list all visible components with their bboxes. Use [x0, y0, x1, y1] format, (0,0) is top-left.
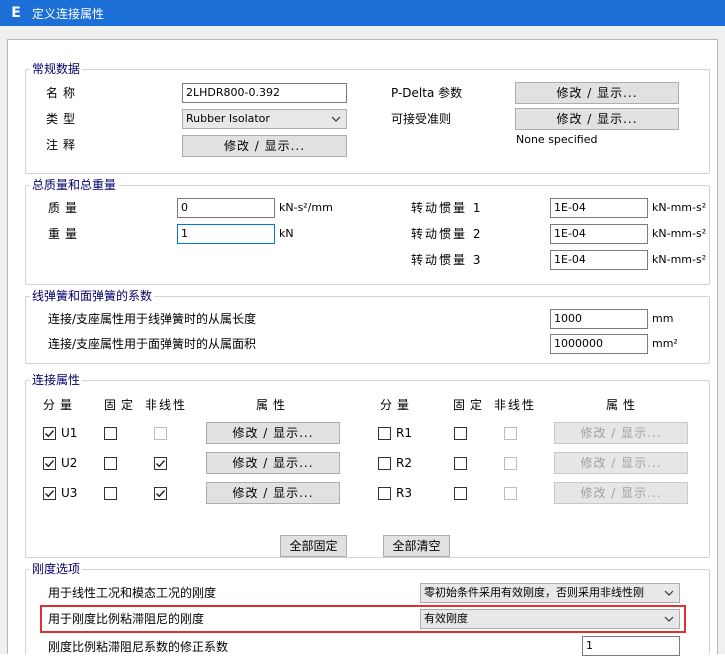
component-u3-checkbox[interactable]: [43, 487, 56, 500]
line-spring-input[interactable]: 1000: [550, 309, 648, 329]
nonlinear-u2-checkbox[interactable]: [154, 457, 167, 470]
fixed-r2-checkbox[interactable]: [454, 457, 467, 470]
inertia2-label: 转动惯量 2: [411, 227, 483, 241]
inertia3-unit: kN-mm-s²: [652, 253, 707, 266]
damping-coef-input[interactable]: 1: [582, 636, 680, 656]
group-dof: 连接属性 分量 固定 非线性 属性 分量 固定 非线性 属性 U1 修改 / 显示…: [25, 372, 710, 558]
line-spring-unit: mm: [652, 312, 674, 325]
props-u1-button[interactable]: 修改 / 显示...: [206, 422, 340, 444]
fix-all-button[interactable]: 全部固定: [280, 535, 347, 557]
header-component-right: 分量: [380, 398, 415, 412]
group-springs-legend: 线弹簧和面弹簧的系数: [30, 288, 155, 304]
title-bar: E 定义连接属性: [0, 0, 725, 26]
damping-coef-label: 刚度比例粘滞阻尼系数的修正系数: [48, 640, 229, 654]
inertia2-unit: kN-mm-s²: [652, 227, 707, 240]
dialog-body: 常规数据 名称 2LHDR800-0.392 类型 Rubber Isolato…: [0, 26, 725, 656]
props-u2-button[interactable]: 修改 / 显示...: [206, 452, 340, 474]
component-u3-label: U3: [61, 486, 78, 500]
inertia3-input[interactable]: 1E-04: [550, 250, 648, 270]
header-fixed-right: 固定: [453, 398, 488, 412]
fixed-u3-checkbox[interactable]: [104, 487, 117, 500]
weight-unit: kN: [279, 227, 294, 240]
clear-all-button[interactable]: 全部清空: [383, 535, 450, 557]
fixed-r1-checkbox[interactable]: [454, 427, 467, 440]
weight-input[interactable]: 1: [177, 224, 275, 244]
chevron-down-icon: [329, 110, 343, 128]
group-general: 常规数据 名称 2LHDR800-0.392 类型 Rubber Isolato…: [25, 61, 710, 174]
mass-input[interactable]: 0: [177, 198, 275, 218]
name-label: 名称: [46, 86, 81, 100]
pdelta-label: P-Delta 参数: [391, 86, 463, 100]
app-logo-icon: E: [11, 5, 21, 21]
linear-stiffness-value: 零初始条件采用有效刚度，否则采用非线性刚: [424, 586, 644, 599]
window-title: 定义连接属性: [32, 6, 105, 21]
component-r1-checkbox[interactable]: [378, 427, 391, 440]
type-select[interactable]: Rubber Isolator: [182, 109, 347, 129]
group-mass: 总质量和总重量 质量 0 kN-s²/mm 重量 1 kN 转动惯量 1 1E-…: [25, 177, 710, 285]
group-springs: 线弹簧和面弹簧的系数 连接/支座属性用于线弹簧时的从属长度 1000 mm 连接…: [25, 288, 710, 364]
type-label: 类型: [46, 112, 81, 126]
nonlinear-r3-checkbox: [504, 487, 517, 500]
line-spring-label: 连接/支座属性用于线弹簧时的从属长度: [48, 312, 257, 326]
accept-edit-button[interactable]: 修改 / 显示...: [515, 108, 679, 130]
props-r1-button: 修改 / 显示...: [554, 422, 688, 444]
pdelta-edit-button[interactable]: 修改 / 显示...: [515, 82, 679, 104]
component-u2-checkbox[interactable]: [43, 457, 56, 470]
weight-label: 重量: [48, 227, 83, 241]
fixed-u1-checkbox[interactable]: [104, 427, 117, 440]
props-r3-button: 修改 / 显示...: [554, 482, 688, 504]
group-general-legend: 常规数据: [30, 61, 83, 77]
accept-label: 可接受准则: [391, 112, 452, 126]
note-label: 注释: [46, 138, 81, 152]
nonlinear-u3-checkbox[interactable]: [154, 487, 167, 500]
linear-stiffness-select[interactable]: 零初始条件采用有效刚度，否则采用非线性刚: [420, 583, 680, 603]
nonlinear-r2-checkbox: [504, 457, 517, 470]
mass-unit: kN-s²/mm: [279, 201, 333, 214]
fixed-r3-checkbox[interactable]: [454, 487, 467, 500]
group-dof-legend: 连接属性: [30, 372, 83, 388]
chevron-down-icon: [662, 584, 676, 602]
header-nonlinear-right: 非线性: [494, 398, 537, 412]
component-u1-checkbox[interactable]: [43, 427, 56, 440]
inertia1-input[interactable]: 1E-04: [550, 198, 648, 218]
component-u2-label: U2: [61, 456, 78, 470]
inertia2-input[interactable]: 1E-04: [550, 224, 648, 244]
component-r3-checkbox[interactable]: [378, 487, 391, 500]
mass-label: 质量: [48, 201, 83, 215]
header-component-left: 分量: [43, 398, 78, 412]
inertia3-label: 转动惯量 3: [411, 253, 483, 267]
linear-stiffness-label: 用于线性工况和模态工况的刚度: [48, 586, 217, 600]
group-mass-legend: 总质量和总重量: [30, 177, 119, 193]
area-spring-label: 连接/支座属性用于面弹簧时的从属面积: [48, 337, 257, 351]
nonlinear-r1-checkbox: [504, 427, 517, 440]
area-spring-input[interactable]: 1000000: [550, 334, 648, 354]
component-r1-label: R1: [396, 426, 412, 440]
note-edit-button[interactable]: 修改 / 显示...: [182, 135, 347, 157]
area-spring-unit: mm²: [652, 337, 678, 350]
header-props-left: 属性: [256, 398, 291, 412]
component-u1-label: U1: [61, 426, 78, 440]
type-select-value: Rubber Isolator: [186, 112, 270, 125]
props-u3-button[interactable]: 修改 / 显示...: [206, 482, 340, 504]
component-r2-checkbox[interactable]: [378, 457, 391, 470]
nonlinear-u1-checkbox: [154, 427, 167, 440]
inertia1-label: 转动惯量 1: [411, 201, 483, 215]
highlight-box: [40, 605, 686, 633]
accept-status: None specified: [516, 133, 598, 146]
header-props-right: 属性: [606, 398, 641, 412]
header-fixed-left: 固定: [104, 398, 139, 412]
inertia1-unit: kN-mm-s²: [652, 201, 707, 214]
group-stiffness: 刚度选项 用于线性工况和模态工况的刚度 零初始条件采用有效刚度，否则采用非线性刚…: [25, 561, 710, 656]
component-r3-label: R3: [396, 486, 412, 500]
name-input[interactable]: 2LHDR800-0.392: [182, 83, 347, 103]
props-r2-button: 修改 / 显示...: [554, 452, 688, 474]
component-r2-label: R2: [396, 456, 412, 470]
scroll-panel: 常规数据 名称 2LHDR800-0.392 类型 Rubber Isolato…: [7, 39, 718, 656]
fixed-u2-checkbox[interactable]: [104, 457, 117, 470]
header-nonlinear-left: 非线性: [145, 398, 188, 412]
group-stiffness-legend: 刚度选项: [30, 561, 83, 577]
